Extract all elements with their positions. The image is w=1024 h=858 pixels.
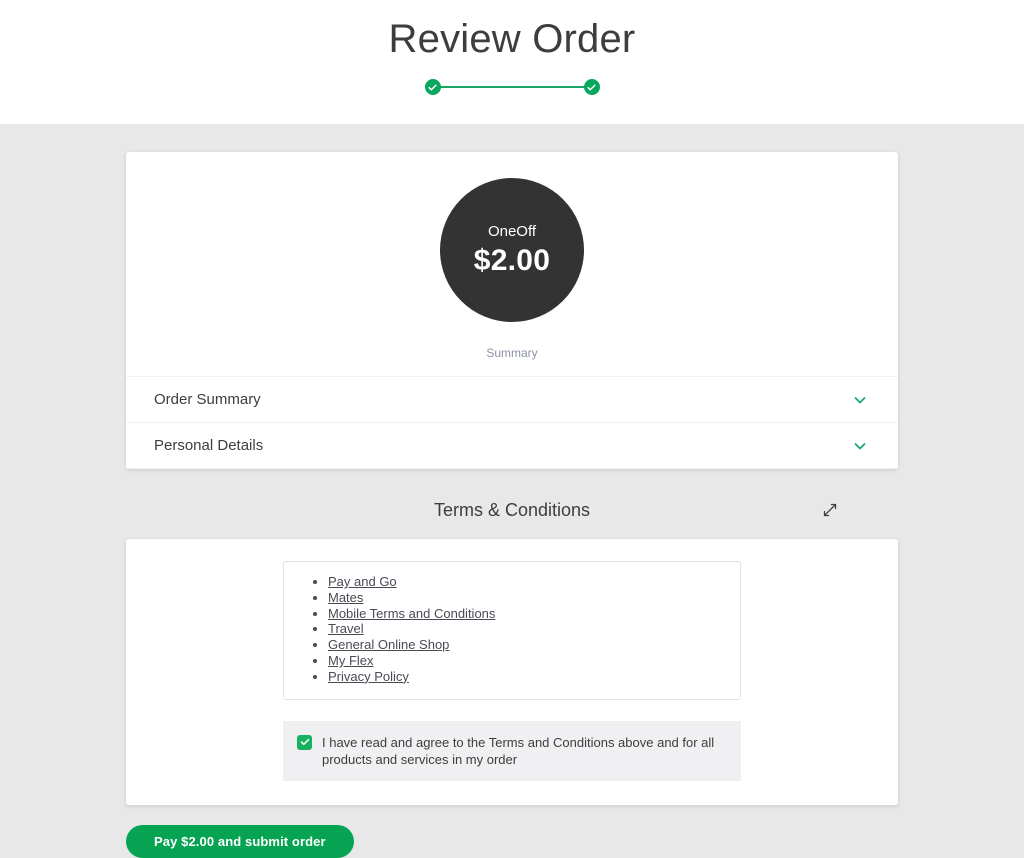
accordion-personal-details[interactable]: Personal Details bbox=[126, 422, 898, 469]
stepper-connector-line bbox=[432, 86, 592, 88]
progress-stepper bbox=[424, 76, 600, 98]
page-body: OneOff $2.00 Summary Order Summary Perso… bbox=[0, 124, 1024, 858]
list-item: Pay and Go bbox=[328, 574, 740, 590]
price-bubble: OneOff $2.00 bbox=[440, 178, 584, 322]
terms-agreement-row[interactable]: I have read and agree to the Terms and C… bbox=[283, 720, 741, 781]
accordion-order-summary-label: Order Summary bbox=[154, 391, 261, 408]
page-title: Review Order bbox=[388, 17, 636, 61]
terms-links-box: Pay and Go Mates Mobile Terms and Condit… bbox=[283, 561, 741, 700]
stepper-step-2[interactable] bbox=[583, 79, 600, 95]
submit-order-button[interactable]: Pay $2.00 and submit order bbox=[126, 824, 354, 858]
terms-link-privacy-policy[interactable]: Privacy Policy bbox=[328, 669, 409, 684]
terms-link-pay-and-go[interactable]: Pay and Go bbox=[328, 574, 397, 589]
submit-row: Pay $2.00 and submit order bbox=[126, 824, 898, 858]
summary-caption: Summary bbox=[486, 346, 538, 360]
chevron-down-icon[interactable] bbox=[852, 438, 868, 454]
list-item: General Online Shop bbox=[328, 637, 740, 653]
stepper-step-1[interactable] bbox=[424, 79, 441, 95]
check-icon bbox=[587, 83, 596, 92]
terms-link-my-flex[interactable]: My Flex bbox=[328, 653, 374, 668]
price-bubble-label: OneOff bbox=[487, 223, 537, 240]
content-container: OneOff $2.00 Summary Order Summary Perso… bbox=[126, 152, 898, 858]
check-icon bbox=[300, 737, 310, 747]
terms-card: Pay and Go Mates Mobile Terms and Condit… bbox=[126, 539, 898, 805]
terms-links-list: Pay and Go Mates Mobile Terms and Condit… bbox=[284, 574, 740, 685]
list-item: Mobile Terms and Conditions bbox=[328, 606, 740, 622]
terms-agreement-checkbox[interactable] bbox=[297, 734, 312, 750]
order-summary-card: OneOff $2.00 Summary Order Summary Perso… bbox=[126, 152, 898, 469]
list-item: Mates bbox=[328, 590, 740, 606]
terms-heading-row: Terms & Conditions bbox=[126, 495, 898, 525]
accordion-order-summary[interactable]: Order Summary bbox=[126, 376, 898, 422]
list-item: My Flex bbox=[328, 653, 740, 669]
page-header: Review Order bbox=[0, 0, 1024, 124]
terms-link-travel[interactable]: Travel bbox=[328, 621, 364, 636]
expand-diagonal-icon[interactable] bbox=[820, 500, 840, 520]
terms-link-mates[interactable]: Mates bbox=[328, 590, 363, 605]
list-item: Privacy Policy bbox=[328, 669, 740, 685]
terms-agreement-label: I have read and agree to the Terms and C… bbox=[322, 734, 715, 767]
terms-link-mobile-terms-and-conditions[interactable]: Mobile Terms and Conditions bbox=[328, 606, 495, 621]
check-icon bbox=[428, 83, 437, 92]
accordion-personal-details-label: Personal Details bbox=[154, 437, 264, 454]
chevron-down-icon[interactable] bbox=[852, 392, 868, 408]
price-bubble-amount: $2.00 bbox=[473, 244, 551, 277]
terms-heading: Terms & Conditions bbox=[433, 499, 591, 520]
list-item: Travel bbox=[328, 621, 740, 637]
terms-link-general-online-shop[interactable]: General Online Shop bbox=[328, 637, 449, 652]
